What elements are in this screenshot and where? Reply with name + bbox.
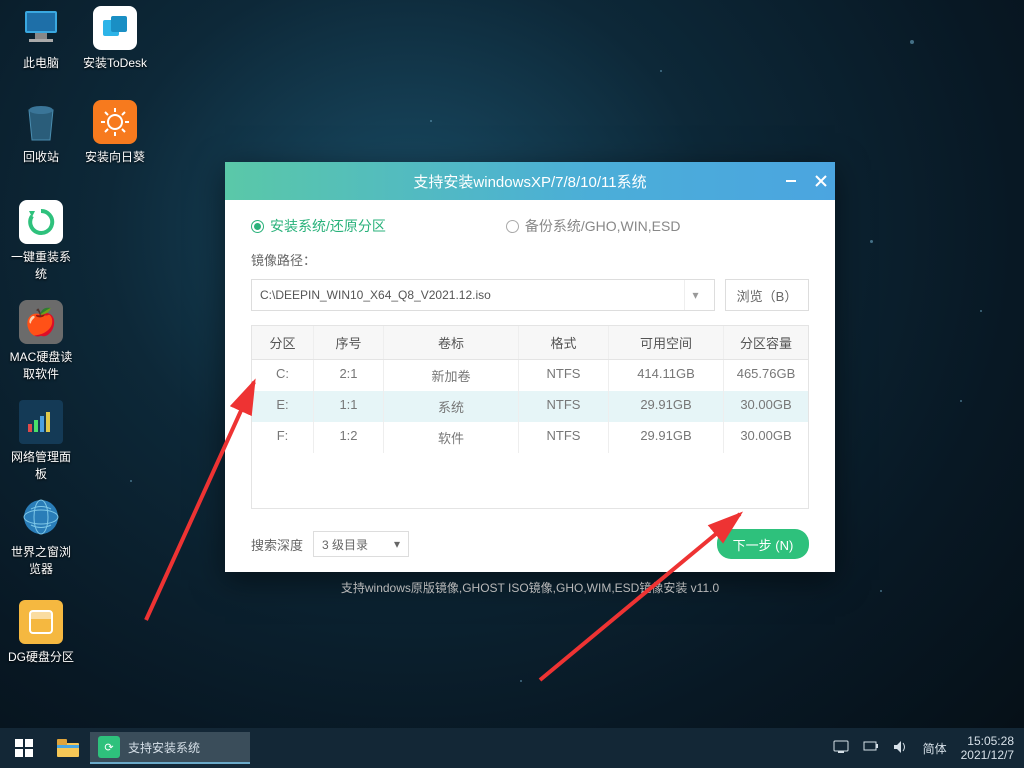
desktop-icon-label: DG硬盘分区 (6, 648, 76, 665)
titlebar[interactable]: 支持安装windowsXP/7/8/10/11系统 (225, 162, 835, 200)
desktop-icon-pc[interactable]: 此电脑 (6, 6, 76, 71)
desktop-icon-globe[interactable]: 世界之窗浏览器 (6, 495, 76, 577)
close-button[interactable] (813, 173, 829, 189)
partition-row[interactable]: E:1:1系统NTFS29.91GB30.00GB (252, 391, 808, 422)
reinstall-icon (19, 200, 63, 244)
desktop-icon-label: 世界之窗浏览器 (6, 543, 76, 577)
desktop-icon-net[interactable]: 网络管理面板 (6, 400, 76, 482)
tray-volume-icon[interactable] (893, 740, 909, 757)
partition-table: 分区 序号 卷标 格式 可用空间 分区容量 C:2:1新加卷NTFS414.11… (251, 325, 809, 509)
installer-taskbar-icon: ⟳ (98, 736, 120, 758)
col-free: 可用空间 (609, 326, 724, 359)
image-path-label: 镜像路径： (251, 250, 809, 269)
installer-dialog: 支持安装windowsXP/7/8/10/11系统 安装系统/还原分区 备份系统… (225, 162, 835, 572)
partition-row[interactable]: C:2:1新加卷NTFS414.11GB465.76GB (252, 360, 808, 391)
partition-row[interactable]: F:1:2软件NTFS29.91GB30.00GB (252, 422, 808, 453)
file-explorer-icon[interactable] (48, 728, 88, 768)
mac-icon: 🍎 (19, 300, 63, 344)
search-depth-label: 搜索深度 (251, 535, 303, 554)
col-volume: 卷标 (384, 326, 519, 359)
desktop-icon-label: 此电脑 (6, 54, 76, 71)
desktop-icon-mac[interactable]: 🍎 MAC硬盘读取软件 (6, 300, 76, 382)
browse-button[interactable]: 浏览（B） (725, 279, 809, 311)
pc-icon (19, 6, 63, 50)
net-icon (19, 400, 63, 444)
desktop-icon-bin[interactable]: 回收站 (6, 100, 76, 165)
desktop-icon-dg[interactable]: DG硬盘分区 (6, 600, 76, 665)
tray-battery-icon[interactable] (863, 741, 879, 756)
chevron-down-icon: ▾ (394, 537, 400, 551)
globe-icon (19, 495, 63, 539)
desktop-icon-reinstall[interactable]: 一键重装系统 (6, 200, 76, 282)
sun-icon (93, 100, 137, 144)
desktop-icon-todesk[interactable]: 安装ToDesk (80, 6, 150, 71)
col-partition: 分区 (252, 326, 314, 359)
tray-network-icon[interactable] (833, 740, 849, 757)
col-index: 序号 (314, 326, 384, 359)
desktop-icon-sun[interactable]: 安装向日葵 (80, 100, 150, 165)
dg-icon (19, 600, 63, 644)
desktop-icon-label: 安装向日葵 (80, 148, 150, 165)
path-dropdown-icon[interactable]: ▾ (684, 280, 706, 310)
desktop-icon-label: 一键重装系统 (6, 248, 76, 282)
next-button[interactable]: 下一步 (N) (717, 529, 809, 559)
desktop-icon-label: 安装ToDesk (80, 54, 150, 71)
taskbar-app-installer[interactable]: ⟳ 支持安装系统 (90, 732, 250, 764)
window-title: 支持安装windowsXP/7/8/10/11系统 (413, 171, 646, 192)
col-format: 格式 (519, 326, 609, 359)
desktop-icon-label: 回收站 (6, 148, 76, 165)
tray-clock[interactable]: 15:05:28 2021/12/7 (961, 734, 1014, 763)
todesk-icon (93, 6, 137, 50)
radio-backup[interactable]: 备份系统/GHO,WIN,ESD (506, 216, 681, 236)
start-button[interactable] (0, 728, 48, 768)
col-capacity: 分区容量 (724, 326, 808, 359)
desktop-icon-label: MAC硬盘读取软件 (6, 348, 76, 382)
minimize-button[interactable] (783, 173, 799, 189)
bin-icon (19, 100, 63, 144)
image-path-input[interactable]: C:\DEEPIN_WIN10_X64_Q8_V2021.12.iso ▾ (251, 279, 715, 311)
desktop-icon-label: 网络管理面板 (6, 448, 76, 482)
radio-install-restore[interactable]: 安装系统/还原分区 (251, 216, 386, 236)
search-depth-select[interactable]: 3 级目录▾ (313, 531, 409, 557)
footer-hint: 支持windows原版镜像,GHOST ISO镜像,GHO,WIM,ESD镜像安… (251, 579, 809, 596)
tray-ime[interactable]: 简体 (923, 740, 947, 757)
taskbar: ⟳ 支持安装系统 简体 15:05:28 2021/12/7 (0, 728, 1024, 768)
